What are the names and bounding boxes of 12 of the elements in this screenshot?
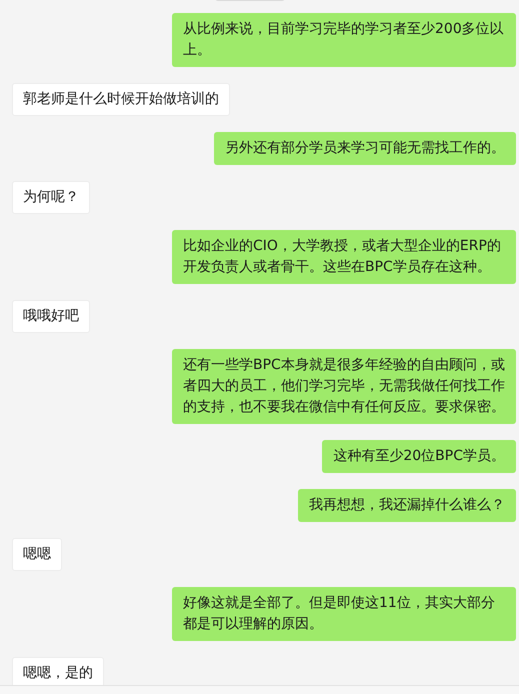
message-bubble: 嗯嗯 <box>12 538 62 571</box>
message-bubble: 另外还有部分学员来学习可能无需找工作的。 <box>214 132 516 165</box>
message-bubble: 嗯嗯，是的 <box>12 657 104 685</box>
message-bubble: 郭老师是什么时候开始做培训的 <box>12 83 230 116</box>
message-bubble: 从比例来说，目前学习完毕的学习者至少200多位以上。 <box>172 13 516 67</box>
message-bubble: 还有一些学BPC本身就是很多年经验的自由顾问，或者四大的员工，他们学习完毕，无需我做任何找工作的支持，也不要我在微信中有任何反应。要求保密。 <box>172 349 516 424</box>
message-bubble: 比如企业的CIO，大学教授，或者大型企业的ERP的开发负责人或者骨干。这些在BPC学员存在这种。 <box>172 230 516 284</box>
message-bubble: 好像这就是全部了。但是即使这11位，其实大部分都是可以理解的原因。 <box>172 587 516 641</box>
message-bubble: 为何呢？ <box>12 181 90 214</box>
message-bubble: 哦哦好吧 <box>12 300 90 333</box>
message-bubble: 我再想想，我还漏掉什么谁么？ <box>298 489 516 522</box>
message-bubble: 这种有至少20位BPC学员。 <box>322 440 516 473</box>
